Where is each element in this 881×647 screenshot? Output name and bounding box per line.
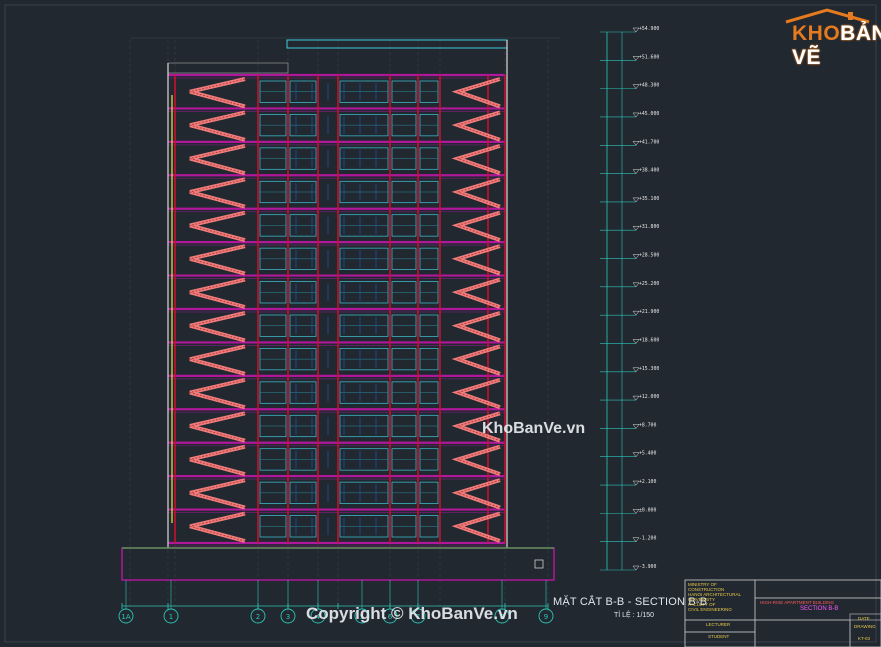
stair-flight (189, 143, 246, 176)
watermark-center: KhoBanVe.vn (482, 420, 586, 437)
axis-label: 1A (121, 613, 130, 621)
stair-flight (189, 511, 246, 543)
stair-flight (189, 444, 246, 477)
section-scale: TỈ LỆ : 1/150 (614, 612, 655, 619)
stair-flight (189, 377, 246, 410)
title-block-sheet-title: SECTION B-B (800, 606, 839, 612)
stair-flight (189, 110, 246, 142)
axis-label: 1 (169, 613, 173, 621)
stair-flight (189, 210, 246, 243)
stair-flight (189, 177, 246, 209)
level-markers: +54.900 +51.600 +48.300 +45.000 +41.700 +38.4… (600, 26, 659, 571)
stair-flight (451, 210, 501, 243)
title-block-company: MINISTRY OF CONSTRUCTION HANOI ARCHITECT… (688, 582, 754, 612)
level-label: +38.400 (639, 168, 659, 174)
company-line: CIVIL ENGINEERING (688, 607, 732, 612)
level-label: +51.600 (639, 54, 659, 60)
level-label: +8.700 (639, 422, 656, 428)
level-label: -3.900 (639, 564, 656, 570)
stair-flight (189, 311, 246, 343)
title-block-date: DATE (858, 616, 870, 621)
watermark-bottom: Copyright © KhoBanVe.vn (306, 604, 518, 623)
logo-house-icon (785, 8, 870, 24)
stair-flight (451, 244, 501, 276)
stair-flight (189, 411, 246, 443)
building-section (121, 39, 555, 609)
level-label: +54.900 (639, 26, 659, 32)
stair-flight (451, 311, 501, 343)
level-label: +15.300 (639, 366, 659, 372)
title-block-kt: KT-03 (858, 636, 871, 641)
level-label: +18.600 (639, 337, 659, 343)
stair-flight (451, 478, 501, 510)
stair-flight (451, 77, 501, 109)
level-label: +31.800 (639, 224, 659, 230)
axis-label: 3 (286, 613, 290, 621)
stair-flight (189, 244, 246, 276)
level-label: +45.000 (639, 111, 659, 117)
axis-label: 2 (256, 613, 260, 621)
section-title: MẶT CẮT B-B - SECTION B-B (553, 596, 708, 608)
stair-flight (189, 478, 246, 510)
stair-flight (451, 143, 501, 176)
logo-part-1: KHO (792, 22, 841, 45)
level-label: +21.900 (639, 309, 659, 315)
stair-flight (451, 444, 501, 477)
title-block-cell (754, 579, 881, 599)
stair-flight (451, 177, 501, 209)
stair-flight (451, 377, 501, 410)
roof-edge (167, 62, 289, 74)
stair-flight (451, 344, 501, 376)
level-label: ±0.000 (639, 507, 656, 513)
basement-detail (534, 559, 544, 569)
stair-flight (451, 110, 501, 142)
roof-parapet (286, 39, 508, 49)
title-block-lecturer: LECTURER (706, 622, 731, 627)
level-label: +48.300 (639, 83, 659, 89)
level-label: +28.500 (639, 253, 659, 259)
stair-flight (189, 277, 246, 309)
title-block-student: STUDENT (708, 634, 730, 639)
stair-flight (451, 277, 501, 309)
axis-label: 9 (544, 613, 548, 621)
level-label: +25.200 (639, 281, 659, 287)
level-label: +2.100 (639, 479, 656, 485)
level-label: +41.700 (639, 139, 659, 145)
stair-flight (451, 511, 501, 543)
level-label: +5.400 (639, 451, 656, 457)
title-block-project: HIGH-RISE APARTMENT BUILDING (760, 600, 835, 605)
cad-drawing-canvas: +54.900 +51.600 +48.300 +45.000 +41.700 +38.4… (4, 4, 881, 647)
level-label: +35.100 (639, 196, 659, 202)
stair-flight (189, 344, 246, 376)
level-label: +12.000 (639, 394, 659, 400)
company-line: MINISTRY OF CONSTRUCTION (688, 582, 725, 592)
title-block-cell (754, 619, 851, 647)
title-block-drawing-no: DRAWING (854, 624, 876, 629)
logo: KHOBẢN VẼ (792, 22, 881, 70)
level-label: -1.200 (639, 536, 656, 542)
stair-flight (189, 77, 246, 109)
